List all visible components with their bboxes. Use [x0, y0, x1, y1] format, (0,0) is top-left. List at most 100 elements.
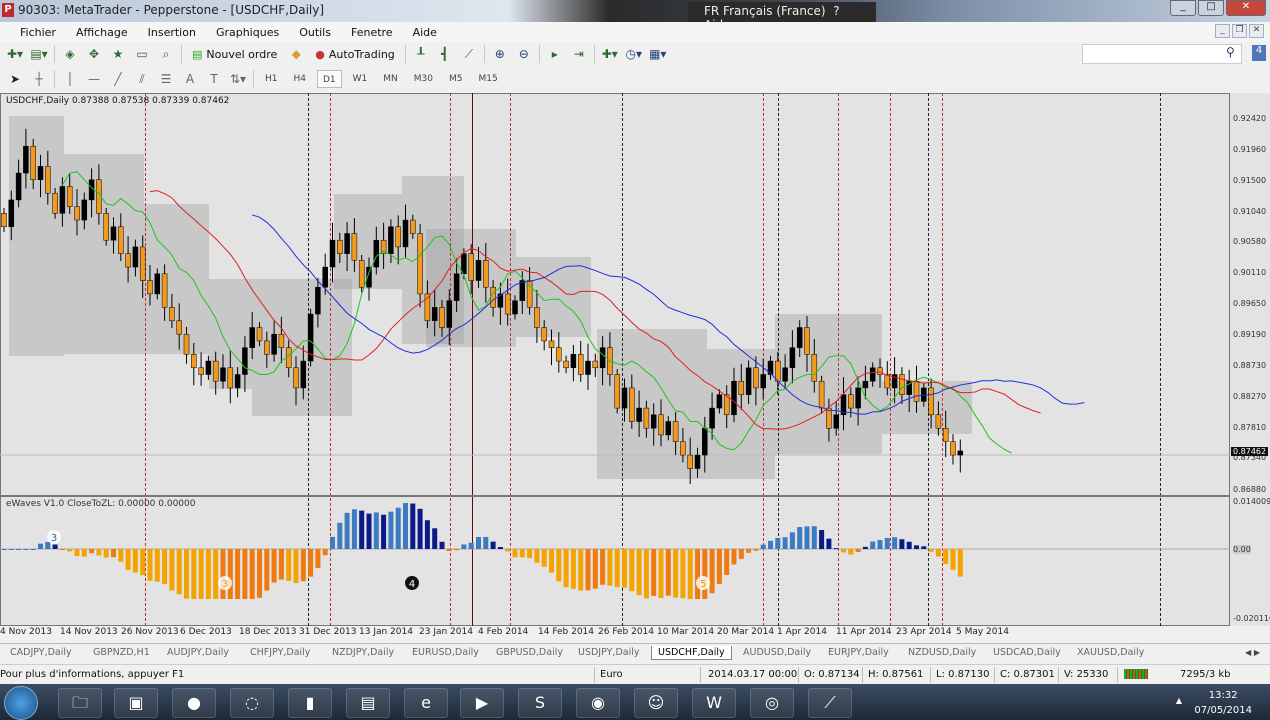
navigator-icon[interactable]: ★: [109, 45, 127, 63]
menu-affichage[interactable]: Affichage: [66, 26, 138, 39]
clock[interactable]: 13:32 07/05/2014: [1194, 688, 1252, 718]
photos-icon[interactable]: ▣: [114, 688, 158, 718]
price-axis[interactable]: 0.92420 0.91960 0.91500 0.91040 0.90580 …: [1230, 93, 1270, 626]
subwindow-separator[interactable]: [0, 495, 1270, 497]
candle-body: [650, 414, 657, 429]
timeframe-d1[interactable]: D1: [317, 70, 342, 88]
media-player-icon[interactable]: ▶: [460, 688, 504, 718]
indicator-bar: [585, 549, 591, 591]
firefox-icon[interactable]: ●: [172, 688, 216, 718]
trendline-icon[interactable]: ╱: [109, 70, 127, 88]
skype-icon[interactable]: S: [518, 688, 562, 718]
timeframe-mn[interactable]: MN: [378, 70, 403, 88]
zoom-in-icon[interactable]: ⊕: [491, 45, 509, 63]
timeframe-h4[interactable]: H4: [289, 70, 312, 88]
chart-close-button[interactable]: ✕: [1249, 24, 1264, 38]
tab-chfjpy[interactable]: CHFJPY,Daily: [250, 646, 310, 659]
new-order-button[interactable]: ▤ Nouvel ordre: [188, 48, 281, 61]
metaeditor-icon[interactable]: ◆: [287, 45, 305, 63]
terminal-icon[interactable]: ▭: [133, 45, 151, 63]
indicators-icon[interactable]: ✚▾: [601, 45, 619, 63]
indicator-bar: [286, 549, 292, 581]
templates-icon[interactable]: ▦▾: [649, 45, 667, 63]
contacts-icon[interactable]: ☺: [634, 688, 678, 718]
start-button[interactable]: [4, 686, 38, 720]
equidistant-channel-icon[interactable]: ⫽: [133, 70, 151, 88]
menu-fichier[interactable]: Fichier: [10, 26, 66, 39]
indicator-bar: [52, 544, 58, 549]
periods-icon[interactable]: ◷▾: [625, 45, 643, 63]
horizontal-line-icon[interactable]: —: [85, 70, 103, 88]
timeframe-h1[interactable]: H1: [260, 70, 283, 88]
chrome-canary-icon[interactable]: ◎: [750, 688, 794, 718]
close-button[interactable]: ✕: [1226, 0, 1266, 16]
zoom-out-icon[interactable]: ⊖: [515, 45, 533, 63]
loading-app-icon[interactable]: ◌: [230, 688, 274, 718]
tab-cadjpy[interactable]: CADJPY,Daily: [10, 646, 72, 659]
tab-scroll-arrows[interactable]: ◀ ▶: [1245, 648, 1260, 657]
tab-gbpnzd[interactable]: GBPNZD,H1: [93, 646, 150, 659]
timeframe-w1[interactable]: W1: [348, 70, 373, 88]
tab-usdchf[interactable]: USDCHF,Daily: [651, 646, 732, 660]
tray-expand-icon[interactable]: ▲: [1176, 696, 1182, 705]
text-icon[interactable]: A: [181, 70, 199, 88]
menu-graphiques[interactable]: Graphiques: [206, 26, 289, 39]
indicator-bar: [1, 549, 7, 550]
candlestick-icon[interactable]: ┫: [436, 45, 454, 63]
tab-nzdusd[interactable]: NZDUSD,Daily: [908, 646, 976, 659]
chart-minimize-button[interactable]: _: [1215, 24, 1230, 38]
chart-restore-button[interactable]: ❐: [1232, 24, 1247, 38]
data-window-icon[interactable]: ✥: [85, 45, 103, 63]
language-bar[interactable]: FR Français (France) ? Aide: [688, 2, 876, 32]
maximize-button[interactable]: □: [1198, 0, 1224, 16]
word-icon[interactable]: W: [692, 688, 736, 718]
text-label-icon[interactable]: T: [205, 70, 223, 88]
tab-usdcad[interactable]: USDCAD,Daily: [993, 646, 1061, 659]
internet-explorer-icon[interactable]: e: [404, 688, 448, 718]
chrome-icon[interactable]: ◉: [576, 688, 620, 718]
candle: [694, 447, 701, 478]
menu-insertion[interactable]: Insertion: [138, 26, 206, 39]
tab-gbpusd[interactable]: GBPUSD,Daily: [496, 646, 563, 659]
search-input[interactable]: [1082, 44, 1242, 64]
powerpoint-icon[interactable]: ▤: [346, 688, 390, 718]
profiles-icon[interactable]: ▤▾: [30, 45, 48, 63]
tab-nzdjpy[interactable]: NZDJPY,Daily: [332, 646, 394, 659]
candle: [541, 320, 547, 351]
tab-xauusd[interactable]: XAUUSD,Daily: [1077, 646, 1144, 659]
timeframe-m30[interactable]: M30: [409, 70, 438, 88]
menu-aide[interactable]: Aide: [403, 26, 447, 39]
line-chart-icon[interactable]: ⟋: [460, 45, 478, 63]
candle-body: [88, 179, 95, 201]
tab-eurjpy[interactable]: EURJPY,Daily: [828, 646, 889, 659]
tab-audjpy[interactable]: AUDJPY,Daily: [167, 646, 229, 659]
app-icon[interactable]: ▮: [288, 688, 332, 718]
timeframe-m15[interactable]: M15: [474, 70, 503, 88]
help-icon[interactable]: ?: [833, 4, 839, 18]
menu-outils[interactable]: Outils: [289, 26, 341, 39]
search-icon[interactable]: ⚲: [1226, 45, 1235, 59]
menu-fenetre[interactable]: Fenetre: [341, 26, 403, 39]
fibonacci-icon[interactable]: ☰: [157, 70, 175, 88]
new-order-label: Nouvel ordre: [206, 47, 278, 61]
auto-scroll-icon[interactable]: ▸: [546, 45, 564, 63]
arrows-icon[interactable]: ⇅▾: [229, 70, 247, 88]
timeframe-m5[interactable]: M5: [444, 70, 468, 88]
cursor-icon[interactable]: ➤: [6, 70, 24, 88]
notification-badge[interactable]: 4: [1252, 45, 1266, 61]
autotrading-button[interactable]: ● AutoTrading: [311, 48, 399, 61]
metatrader-icon[interactable]: ⟋: [808, 688, 852, 718]
tab-eurusd[interactable]: EURUSD,Daily: [412, 646, 479, 659]
strategy-tester-icon[interactable]: ⌕: [157, 45, 175, 63]
explorer-icon[interactable]: 🗀: [58, 688, 102, 718]
bar-chart-icon[interactable]: ┸: [412, 45, 430, 63]
crosshair-icon[interactable]: ┼: [30, 70, 48, 88]
tab-usdjpy[interactable]: USDJPY,Daily: [578, 646, 639, 659]
tab-audusd[interactable]: AUDUSD,Daily: [743, 646, 811, 659]
new-chart-icon[interactable]: ✚▾: [6, 45, 24, 63]
minimize-button[interactable]: _: [1170, 0, 1196, 16]
chart-shift-icon[interactable]: ⇥: [570, 45, 588, 63]
vertical-line-icon[interactable]: │: [61, 70, 79, 88]
market-watch-icon[interactable]: ◈: [61, 45, 79, 63]
connection-icon: [1124, 669, 1148, 679]
